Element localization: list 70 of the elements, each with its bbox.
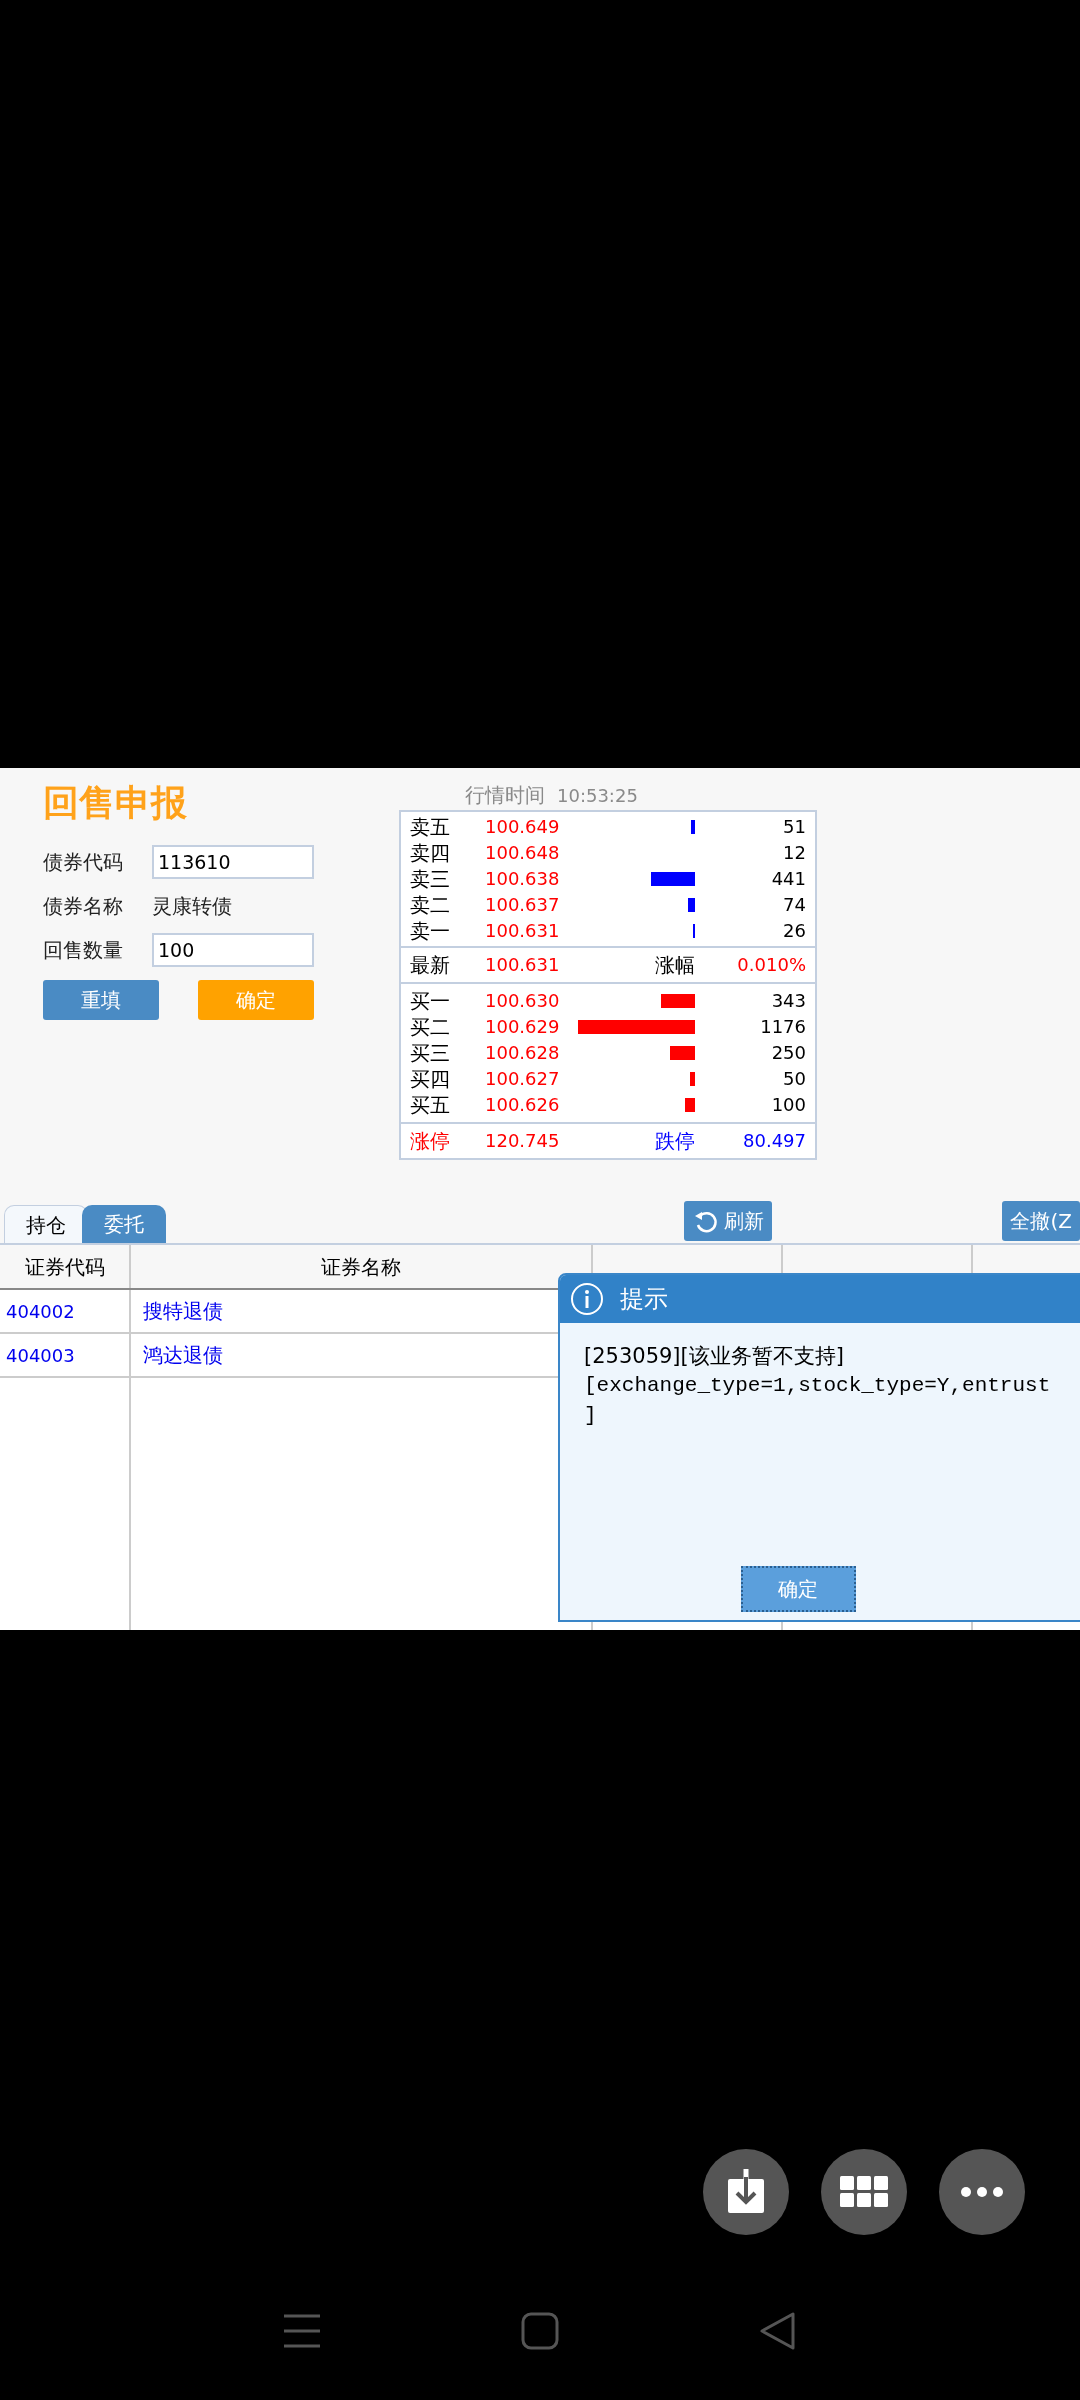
price: 100.626 — [485, 1096, 561, 1114]
limit-label: 涨停 — [410, 1131, 451, 1151]
security-name: 搜特退债 — [142, 1298, 223, 1325]
bond-name: 灵康转债 — [152, 893, 232, 920]
change-percent: 0.010% — [736, 956, 806, 974]
cancel-all-button[interactable]: 全撤(Z — [1002, 1201, 1080, 1241]
volume: 343 — [770, 992, 806, 1010]
volume: 250 — [770, 1044, 806, 1062]
price: 100.649 — [485, 818, 561, 836]
security-code: 404002 — [6, 1299, 75, 1324]
more-icon — [960, 2186, 1004, 2198]
level-label: 买四 — [410, 1069, 451, 1089]
volume: 441 — [770, 870, 806, 888]
volume: 12 — [782, 844, 806, 862]
level-label: 买五 — [410, 1095, 451, 1115]
confirm-button[interactable]: 确定 — [198, 980, 314, 1020]
quote-time-label: 行情时间 — [465, 782, 545, 809]
price: 100.638 — [485, 870, 561, 888]
limit-price: 120.745 — [485, 1132, 561, 1150]
level-label: 卖三 — [410, 869, 451, 889]
price: 100.637 — [485, 896, 561, 914]
volume: 74 — [782, 896, 806, 914]
message-line: [253059][该业务暂不支持] — [584, 1343, 845, 1370]
download-icon — [726, 2169, 766, 2215]
back-icon[interactable] — [759, 2311, 797, 2351]
level-label: 买三 — [410, 1043, 451, 1063]
volume: 100 — [770, 1096, 806, 1114]
menu-icon[interactable] — [283, 2314, 321, 2348]
info-icon — [570, 1282, 604, 1316]
price: 100.630 — [485, 992, 561, 1010]
ok-button[interactable]: 确定 — [740, 1566, 856, 1612]
tab[interactable]: 委托 — [82, 1205, 166, 1243]
volume: 26 — [782, 922, 806, 940]
price: 100.628 — [485, 1044, 561, 1062]
security-code: 404003 — [6, 1343, 75, 1368]
limit-label: 跌停 — [654, 1131, 695, 1151]
level-label: 卖四 — [410, 843, 451, 863]
volume: 50 — [782, 1070, 806, 1088]
level-label: 卖二 — [410, 895, 451, 915]
volume: 51 — [782, 818, 806, 836]
price: 100.631 — [485, 956, 561, 974]
page-title: 回售申报 — [43, 784, 188, 820]
message-line: [exchange_type=1,stock_type=Y,entrust — [584, 1373, 1052, 1399]
level-label: 卖五 — [410, 817, 451, 837]
level-label: 买一 — [410, 991, 451, 1011]
level-label: 卖一 — [410, 921, 451, 941]
input-field[interactable]: 100 — [152, 933, 314, 967]
price: 100.627 — [485, 1070, 561, 1088]
volume: 1176 — [759, 1018, 806, 1036]
column-header: 证券名称 — [321, 1253, 401, 1281]
message-line: ] — [584, 1403, 598, 1429]
refresh-button[interactable]: 刷新 — [684, 1201, 773, 1241]
home-icon[interactable] — [521, 2312, 559, 2350]
level-label: 买二 — [410, 1017, 451, 1037]
field-label: 债券名称 — [43, 893, 124, 920]
security-name: 鸿达退债 — [142, 1342, 223, 1369]
grid-icon — [840, 2176, 888, 2208]
level-label: 最新 — [410, 955, 451, 975]
reset-button[interactable]: 重填 — [43, 980, 159, 1020]
field-label: 债券代码 — [43, 849, 124, 876]
limit-price: 80.497 — [742, 1132, 806, 1150]
dialog-title: 提示 — [620, 1284, 668, 1315]
quote-time: 10:53:25 — [557, 783, 638, 808]
field-label: 回售数量 — [43, 937, 124, 964]
change-label: 涨幅 — [654, 955, 695, 975]
price: 100.648 — [485, 844, 561, 862]
price: 100.629 — [485, 1018, 561, 1036]
price: 100.631 — [485, 922, 561, 940]
input-field[interactable]: 113610 — [152, 845, 314, 879]
column-header: 证券代码 — [24, 1253, 105, 1281]
